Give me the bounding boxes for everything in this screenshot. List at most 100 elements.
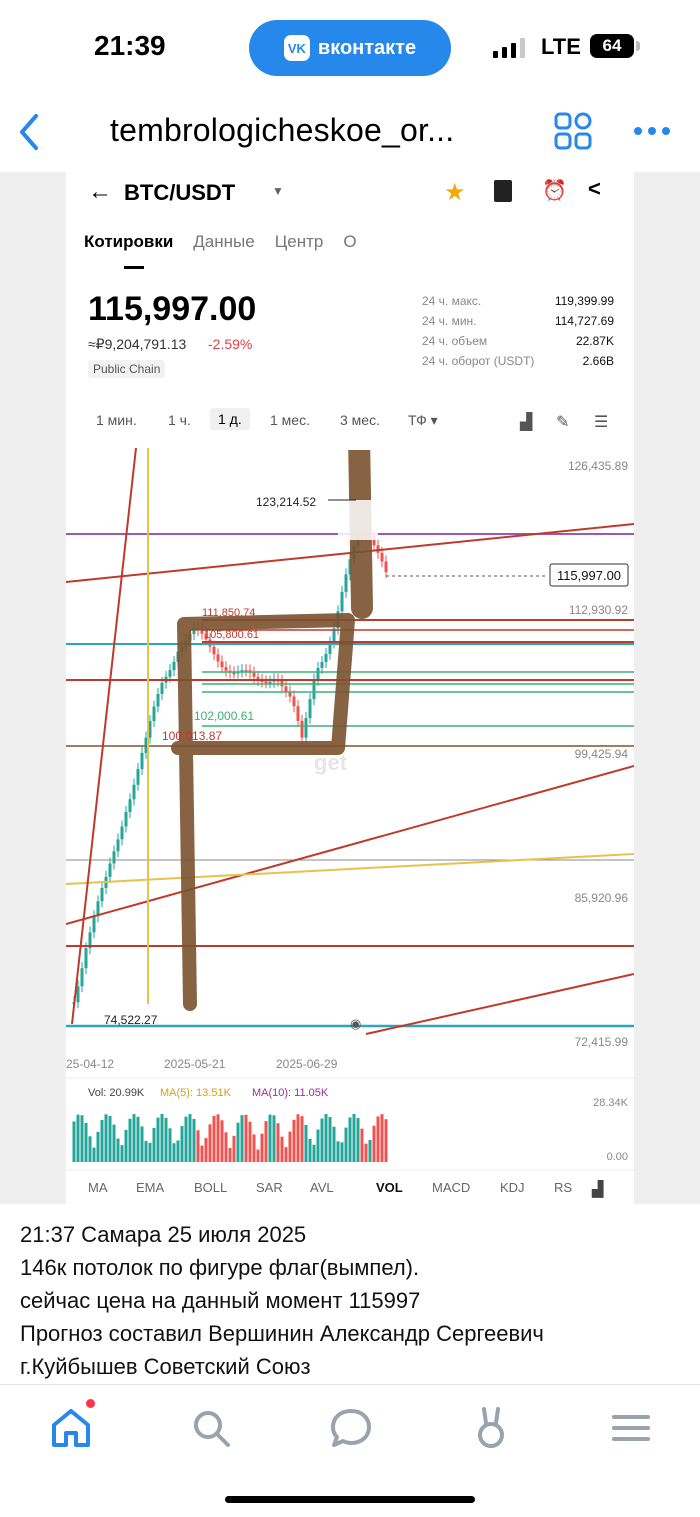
volume-bar [208,1124,212,1162]
candle-body [296,706,300,721]
annotation: 111,850.74 [202,607,255,619]
candle-body [116,839,120,852]
candle-body [80,968,84,987]
volume-bar [280,1136,284,1162]
volume-bar [340,1142,344,1162]
volume-bar [264,1121,268,1162]
candle-body [76,986,80,1003]
candle-body [344,574,348,592]
candle-body [324,653,328,662]
volume-bar [156,1117,160,1162]
post-image[interactable]: ← BTC/USDT ▼ ★ ⏰ < Котировки Данные Цент… [0,172,700,1204]
axis-label: 72,415.99 [575,1035,629,1049]
volume-bar [360,1128,364,1162]
draw-icon: ✎ [556,414,570,431]
chain-badge: Public Chain [88,360,166,378]
stat-row: 24 ч. объем 22.87K [422,334,614,348]
volume-bar [380,1114,384,1162]
book-icon [494,180,512,202]
axis-label: 99,425.94 [575,747,629,761]
vk-app-pill[interactable]: VK вконтакте [249,20,451,76]
candle-body [128,799,132,812]
candle-body [168,670,172,677]
candle-body [100,888,104,902]
messages-icon[interactable] [326,1403,376,1453]
candle-body [84,948,88,969]
volume-bar [76,1114,80,1162]
volume-bar [200,1145,204,1162]
star-icon: ★ [444,179,466,206]
alert-icon: ⏰ [542,180,567,202]
volume-bar [216,1114,220,1162]
ind-ema: EMA [136,1180,165,1195]
candle-body [112,851,116,864]
volume-bar [140,1126,144,1162]
volume-bar [120,1145,124,1162]
volume-bar [204,1138,208,1162]
more-dots-icon[interactable] [632,114,672,148]
clips-icon[interactable] [466,1403,516,1453]
grid-icon[interactable] [554,112,592,150]
volume-bar [188,1114,192,1162]
indicator-settings-icon: ▟ [592,1180,604,1198]
volume-bar [292,1119,296,1162]
battery-icon: 64 [590,34,634,58]
candle-body [316,667,320,681]
home-icon[interactable] [46,1403,96,1453]
candle-body [264,681,268,684]
candle-body [224,667,228,671]
candle-body [212,646,216,655]
tf-1min: 1 мин. [96,412,137,428]
annotation: 74,522.27 [104,1013,158,1027]
candle-body [312,680,316,700]
home-indicator [225,1496,475,1503]
volume-bar [344,1127,348,1162]
tf-1mon: 1 мес. [270,412,310,428]
volume-bar [152,1127,156,1162]
caption-line: г.Куйбышев Советский Союз [20,1354,311,1379]
tf-3mon: 3 мес. [340,412,380,428]
candle-body [132,784,136,800]
ind-ma: MA [88,1180,108,1195]
volume-bar [248,1121,252,1162]
volume-bar [80,1115,84,1162]
candle-body [340,591,344,612]
volume-bar [276,1123,280,1162]
vk-app-label: вконтакте [317,36,417,59]
candle-body [160,682,164,694]
annotation: 123,214.52 [256,495,316,509]
volume-bar [272,1115,276,1162]
notification-dot [86,1399,95,1408]
candle-body [284,686,288,692]
vol-axis-top: 28.34K [593,1097,629,1109]
axis-label: 126,435.89 [568,459,628,473]
volume-bar [192,1118,196,1162]
eye-icon: ◉ [350,1017,361,1032]
date-label: 2025-05-21 [164,1057,226,1071]
vk-logo-icon: VK [283,35,310,61]
volume-bar [176,1140,180,1162]
candle-body [156,693,160,707]
volume-bar [220,1120,224,1162]
post-header: tembrologicheskoe_or... [0,96,700,172]
candle-body [108,863,112,877]
volume-bar [196,1130,200,1162]
search-icon[interactable] [186,1403,236,1453]
volume-bar [260,1133,264,1162]
volume-bar [88,1136,92,1162]
volume-bar [316,1129,320,1162]
tab-center: Центр [274,232,324,251]
menu-icon[interactable] [606,1403,656,1453]
candle-body [136,768,140,785]
ind-macd: MACD [432,1180,470,1195]
volume-bar [356,1118,360,1162]
volume-bar [352,1114,356,1162]
price-chart: 126,435.89 112,930.92 99,425.94 85,920.9… [66,444,634,1198]
volume-bar [232,1135,236,1162]
volume-bar [164,1117,168,1162]
chevron-left-icon[interactable] [14,112,46,152]
candle-body [252,672,256,677]
volume-bar [312,1144,316,1162]
candle-body [140,752,144,769]
ind-kdj: KDJ [500,1180,525,1195]
